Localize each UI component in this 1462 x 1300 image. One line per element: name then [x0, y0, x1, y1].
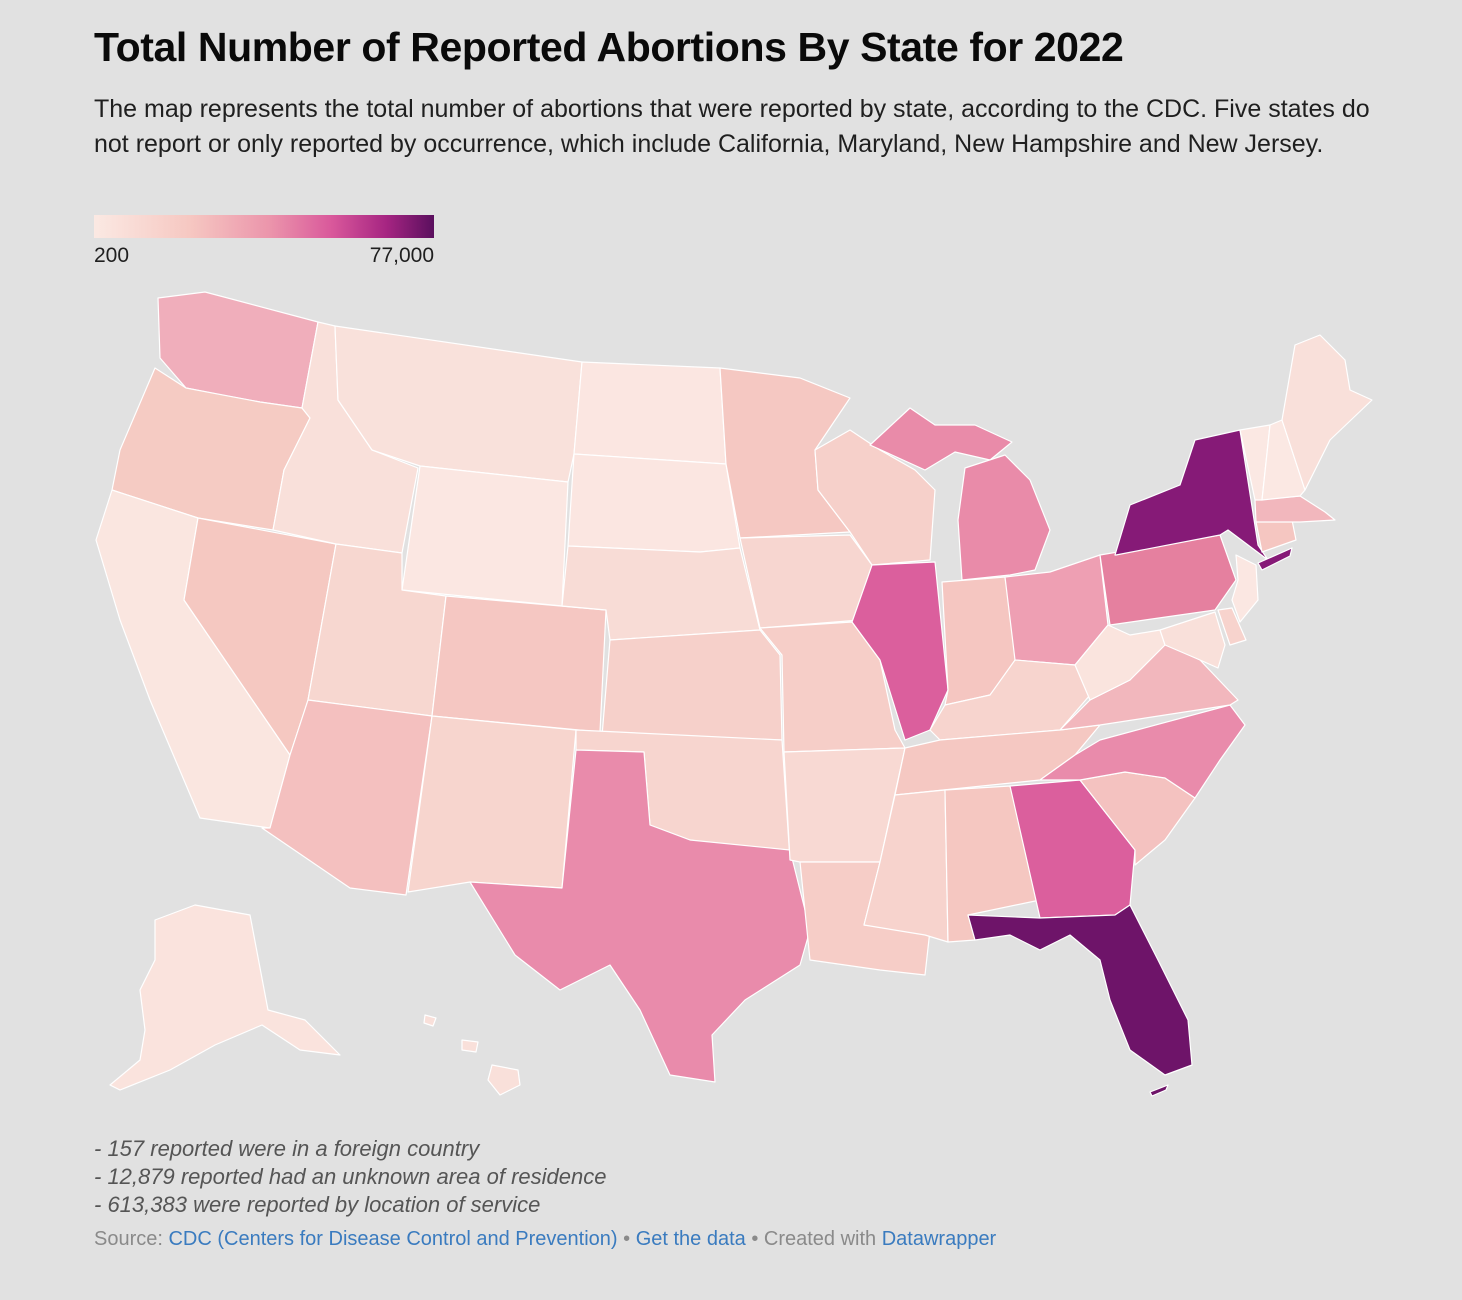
state-hawaii-oahu[interactable]: [423, 1014, 437, 1027]
note-line: - 12,879 reported had an unknown area of…: [94, 1164, 607, 1189]
state-michigan-lower[interactable]: [957, 454, 1051, 581]
state-north-dakota[interactable]: [573, 361, 727, 465]
state-south-dakota[interactable]: [567, 453, 741, 553]
us-choropleth-map: [95, 291, 1373, 1097]
state-wyoming[interactable]: [401, 465, 569, 607]
state-iowa[interactable]: [739, 534, 873, 629]
color-legend: 200 77,000: [94, 215, 434, 268]
legend-max-label: 77,000: [369, 244, 434, 267]
state-hawaii-maui[interactable]: [461, 1039, 479, 1053]
get-data-link[interactable]: Get the data: [636, 1228, 746, 1250]
legend-gradient-bar: [94, 215, 434, 238]
state-new-jersey[interactable]: [1231, 554, 1259, 623]
source-prefix: Source:: [94, 1228, 169, 1250]
chart-description: The map represents the total number of a…: [94, 95, 1370, 158]
footer-separator: •: [617, 1228, 636, 1250]
state-connecticut[interactable]: [1255, 519, 1297, 553]
legend-min-label: 200: [94, 244, 130, 267]
chart-title: Total Number of Reported Abortions By St…: [94, 24, 1124, 70]
note-line: - 613,383 were reported by location of s…: [94, 1192, 541, 1217]
chart-notes: - 157 reported were in a foreign country…: [94, 1135, 606, 1219]
note-line: - 157 reported were in a foreign country: [94, 1136, 480, 1161]
datawrapper-link[interactable]: Datawrapper: [882, 1228, 997, 1250]
created-with-text: • Created with: [745, 1228, 882, 1250]
state-florida[interactable]: [967, 904, 1193, 1076]
state-colorado[interactable]: [431, 595, 607, 733]
state-hawaii-big-island[interactable]: [487, 1064, 521, 1096]
chart-footer: Source: CDC (Centers for Disease Control…: [94, 1228, 996, 1251]
state-kansas[interactable]: [601, 629, 783, 741]
state-new-mexico[interactable]: [407, 715, 577, 893]
state-alaska[interactable]: [109, 904, 341, 1091]
source-link[interactable]: CDC (Centers for Disease Control and Pre…: [168, 1228, 617, 1250]
state-florida-keys[interactable]: [1149, 1084, 1169, 1097]
legend-labels: 200 77,000: [94, 244, 434, 268]
